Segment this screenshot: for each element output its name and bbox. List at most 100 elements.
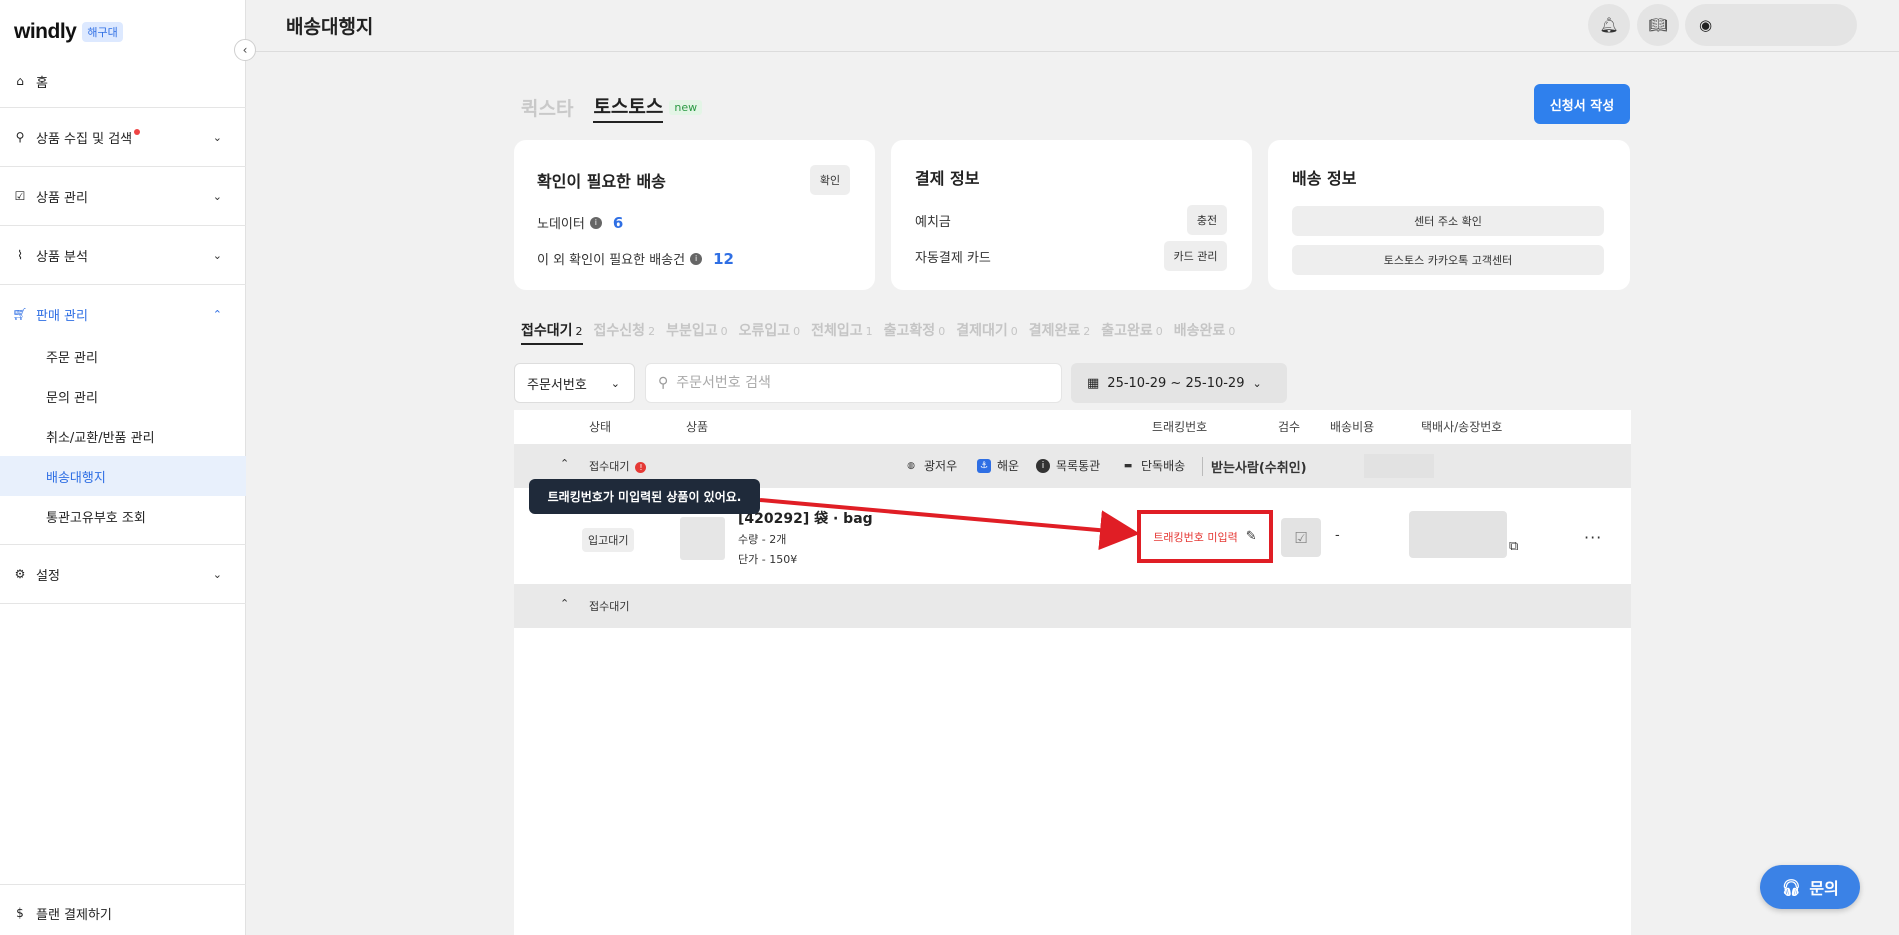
status-tab[interactable]: 전체입고 1 [811,320,873,345]
group-label: 접수대기! [589,458,647,474]
sidebar-collapse-button[interactable]: ‹ [234,39,256,61]
col-header-product: 상품 [686,420,709,434]
status-tab-count: 0 [1010,325,1018,338]
qty-value: 2개 [769,533,787,546]
status-tab-count: 0 [1155,325,1163,338]
status-tab[interactable]: 접수신청 2 [594,320,656,345]
inquiry-fab-button[interactable]: 🎧︎ 문의 [1760,865,1860,909]
search-type-select[interactable]: 주문서번호 ⌄ [514,363,635,403]
search-input[interactable] [676,375,1047,391]
chevron-down-icon: ⌄ [212,130,222,144]
dollar-icon: $ [16,906,24,920]
create-application-button[interactable]: 신청서 작성 [1534,84,1630,124]
status-tab-count: 0 [793,325,801,338]
status-tab[interactable]: 오류입고 0 [739,320,801,345]
info-icon: i [690,252,703,265]
sidebar-subitem-label: 문의 관리 [46,390,98,406]
user-menu[interactable]: ◉ [1685,4,1857,46]
status-tab-label: 결제완료 [1028,323,1081,339]
sidebar-subitem-label: 취소/교환/반품 관리 [46,430,155,446]
recipient-label: 받는사람(수취인) [1202,457,1307,476]
payment-info-card: 결제 정보 예치금 충전 자동결제 카드 카드 관리 [891,140,1252,290]
status-tab-label: 접수대기 [521,323,573,339]
confirm-shipping-card: 확인이 필요한 배송 확인 노데이터 i 6 이 외 확인이 필요한 배송건 i… [514,140,875,290]
status-tab[interactable]: 결제완료 2 [1029,320,1091,345]
book-icon: 📖︎ [1648,16,1668,34]
status-tab[interactable]: 출고완료 0 [1101,320,1163,345]
sidebar-subitem-forwarder[interactable]: 배송대행지 [0,456,246,496]
status-tab[interactable]: 결제대기 0 [956,320,1018,345]
status-tab[interactable]: 배송완료 0 [1174,320,1236,345]
tab-quickstar[interactable]: 퀵스타 [521,94,573,121]
sidebar-subitem-label: 배송대행지 [46,470,106,486]
notification-button[interactable]: 🔔︎ [1588,4,1630,46]
sidebar-subitem-inquiries[interactable]: 문의 관리 [0,376,246,416]
shipping-info-card: 배송 정보 센터 주소 확인 토스토스 카카오톡 고객센터 [1268,140,1630,290]
logo-row[interactable]: windly 해구대 [14,20,123,44]
other-check-row[interactable]: 이 외 확인이 필요한 배송건 i 12 [537,249,734,269]
chevron-up-icon[interactable]: ⌃ [560,597,569,610]
sidebar-item-product-collect[interactable]: ⚲ 상품 수집 및 검색 ⌄ [0,126,246,148]
home-icon: ⌂ [16,74,24,88]
sidebar-item-product-manage[interactable]: ☑ 상품 관리 ⌄ [0,185,246,207]
status-tab[interactable]: 부분입고 0 [666,320,728,345]
status-tab-count: 0 [938,325,946,338]
globe-icon: ◍ [907,460,915,471]
kakao-support-button[interactable]: 토스토스 카카오톡 고객센터 [1292,245,1604,275]
sidebar-subitem-returns[interactable]: 취소/교환/반품 관리 [0,416,246,456]
pencil-icon[interactable]: ✎ [1246,529,1257,544]
copy-icon[interactable]: ⧉ [1509,539,1518,554]
status-tab[interactable]: 출고확정 0 [884,320,946,345]
product-thumbnail[interactable] [680,517,725,560]
logo[interactable]: windly [14,20,77,44]
chevron-up-icon[interactable]: ⌃ [560,457,569,470]
col-header-carrier: 택배사/송장번호 [1421,420,1503,434]
sidebar-item-product-analysis[interactable]: ⌇ 상품 분석 ⌄ [0,244,246,266]
col-header-tracking: 트래킹번호 [1152,420,1208,434]
search-field[interactable]: ⚲ [645,363,1062,403]
status-tab-label: 결제대기 [956,323,1008,339]
sidebar-item-label: 홈 [36,75,48,91]
chevron-down-icon: ⌄ [212,189,222,203]
tracking-number-cell[interactable]: 트래킹번호 미입력 ✎ [1137,510,1273,563]
card-manage-button[interactable]: 카드 관리 [1164,241,1227,271]
carrier-field[interactable] [1409,511,1507,558]
charge-button[interactable]: 충전 [1187,205,1227,235]
status-tab-label: 전체입고 [811,323,863,339]
inspect-button[interactable]: ☑ [1281,518,1321,557]
region-text: 광저우 [924,459,958,473]
sidebar-subitem-label: 주문 관리 [46,350,98,366]
status-tab-count: 0 [1228,325,1236,338]
guide-button[interactable]: 📖︎ [1637,4,1679,46]
plan-payment-link[interactable]: $ 플랜 결제하기 [0,902,246,924]
center-address-button[interactable]: 센터 주소 확인 [1292,206,1604,236]
status-tab[interactable]: 접수대기 2 [521,320,583,345]
sidebar-subitem-customs-code[interactable]: 통관고유부호 조회 [0,496,246,536]
date-range-value: 25-10-29 ~ 25-10-29 [1107,375,1245,391]
user-icon: ◉ [1699,16,1713,34]
status-tab-label: 배송완료 [1173,323,1226,339]
sidebar-subitem-label: 통관고유부호 조회 [46,510,146,526]
sidebar-item-sales[interactable]: 🛒︎ 판매 관리 ⌃ [0,303,246,325]
group-label-text: 접수대기 [589,460,630,473]
status-tab-label: 부분입고 [666,323,718,339]
status-tab-count: 2 [1083,325,1091,338]
customs-text: 목록통관 [1056,459,1101,473]
more-options-icon[interactable]: ··· [1584,528,1602,547]
info-icon: i [1036,458,1050,473]
tab-tostos[interactable]: 토스토스 [593,92,664,123]
sidebar-subitem-orders[interactable]: 주문 관리 [0,336,246,376]
cart-icon: 🛒︎ [12,307,28,321]
sidebar-item-home[interactable]: ⌂ 홈 [0,70,246,92]
status-tab-label: 오류입고 [738,323,791,339]
sidebar-item-settings[interactable]: ⚙ 설정 ⌄ [0,563,246,585]
status-tab-label: 출고확정 [883,323,936,339]
confirm-button[interactable]: 확인 [810,165,850,195]
date-range-picker[interactable]: ▦ 25-10-29 ~ 25-10-29 ⌄ [1071,363,1287,403]
inquiry-label: 문의 [1809,879,1839,898]
no-data-row[interactable]: 노데이터 i 6 [537,213,623,233]
chevron-left-icon: ‹ [242,43,248,57]
price-label: 단가 [738,553,759,566]
card-title: 배송 정보 [1292,169,1357,188]
divider [0,603,246,604]
